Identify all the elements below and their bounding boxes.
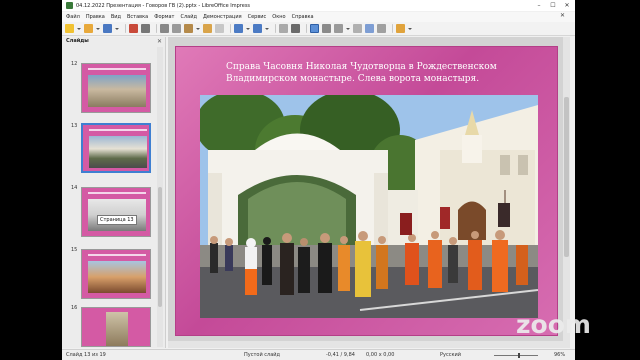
slide-number: 13 — [71, 123, 78, 129]
spelling-icon[interactable] — [279, 24, 288, 33]
slide-photo-thumbnail — [88, 75, 146, 107]
chevron-down-icon[interactable] — [115, 26, 119, 32]
start-slideshow-icon[interactable] — [396, 24, 405, 33]
master-slide-icon[interactable] — [322, 24, 331, 33]
screen-share-border-right — [575, 0, 640, 360]
slide-tooltip: Страница 13 — [97, 215, 137, 225]
grid-icon[interactable] — [291, 24, 300, 33]
chevron-down-icon[interactable] — [265, 26, 269, 32]
workspace-horizontal-scrollbar[interactable] — [168, 341, 563, 348]
scrollbar-thumb[interactable] — [158, 187, 162, 307]
chevron-down-icon[interactable] — [346, 26, 350, 32]
image-icon[interactable] — [365, 24, 374, 33]
clear-formatting-icon[interactable] — [215, 24, 224, 33]
paste-icon[interactable] — [184, 24, 193, 33]
current-slide[interactable]: Справа Часовня Николая Чудотворца в Рожд… — [175, 46, 558, 336]
close-pane-icon[interactable]: ✕ — [157, 37, 162, 46]
menu-slideshow[interactable]: Демонстрация — [203, 14, 242, 20]
language-status[interactable]: Русский — [440, 352, 461, 358]
title-bar: 04.12.2022 Презентация - Говоров ГВ (2).… — [62, 0, 575, 11]
menu-view[interactable]: Вид — [111, 14, 121, 20]
chevron-down-icon[interactable] — [96, 26, 100, 32]
print-icon[interactable] — [141, 24, 150, 33]
cut-icon[interactable] — [160, 24, 169, 33]
toolbar-separator — [306, 24, 307, 33]
export-pdf-icon[interactable] — [129, 24, 138, 33]
toolbar-separator — [125, 24, 126, 33]
slide-counter: Слайд 13 из 19 — [66, 352, 106, 358]
close-document-icon[interactable]: ✕ — [560, 12, 565, 19]
slides-pane-title: Слайды — [66, 38, 89, 44]
slides-pane: Слайды ✕ 12 13 14 15 16 Страница 13 — [62, 37, 166, 348]
slides-pane-scrollbar[interactable] — [157, 47, 163, 347]
save-icon[interactable] — [103, 24, 112, 33]
slide-number: 12 — [71, 61, 78, 67]
impress-window: 04.12.2022 Презентация - Говоров ГВ (2).… — [62, 0, 575, 360]
slide-photo-thumbnail — [89, 136, 147, 168]
menu-insert[interactable]: Вставка — [127, 14, 148, 20]
slide-icon[interactable] — [334, 24, 343, 33]
zoom-slider[interactable] — [494, 353, 538, 358]
menu-tools[interactable]: Сервис — [248, 14, 267, 20]
toolbar-separator — [230, 24, 231, 33]
slide-layout-name: Пустой слайд — [244, 352, 280, 358]
undo-icon[interactable] — [234, 24, 243, 33]
open-folder-icon[interactable] — [84, 24, 93, 33]
chevron-down-icon[interactable] — [246, 26, 250, 32]
standard-toolbar — [62, 22, 575, 36]
monastery-photo[interactable] — [200, 95, 538, 318]
menu-bar: Файл Правка Вид Вставка Формат Слайд Дем… — [62, 12, 575, 22]
status-bar: Слайд 13 из 19 Пустой слайд -0,41 / 9,84… — [62, 349, 575, 360]
redo-icon[interactable] — [253, 24, 262, 33]
slide-workspace: Справа Часовня Николая Чудотворца в Рожд… — [168, 37, 570, 348]
object-size: 0,00 x 0,00 — [366, 352, 395, 358]
chart-icon[interactable] — [377, 24, 386, 33]
zoom-watermark: zoom — [516, 310, 591, 339]
display-views-icon[interactable] — [310, 24, 319, 33]
slide-number: 14 — [71, 185, 78, 191]
clone-formatting-icon[interactable] — [203, 24, 212, 33]
cursor-position: -0,41 / 9,84 — [326, 352, 355, 358]
toolbar-separator — [392, 24, 393, 33]
zoom-slider-knob[interactable] — [518, 353, 520, 358]
toolbar-separator — [275, 24, 276, 33]
zoom-level[interactable]: 96% — [554, 352, 565, 358]
screen-share-border-left — [0, 0, 62, 360]
toolbar-separator — [156, 24, 157, 33]
impress-app-icon — [66, 2, 73, 9]
menu-slide[interactable]: Слайд — [180, 14, 196, 20]
slide-photo-thumbnail — [106, 312, 128, 346]
window-title: 04.12.2022 Презентация - Говоров ГВ (2).… — [76, 2, 251, 9]
slide-number: 15 — [71, 247, 78, 253]
menu-window[interactable]: Окно — [272, 14, 285, 20]
menu-edit[interactable]: Правка — [86, 14, 105, 20]
copy-icon[interactable] — [172, 24, 181, 33]
table-icon[interactable] — [353, 24, 362, 33]
menu-help[interactable]: Справка — [292, 14, 314, 20]
scrollbar-thumb[interactable] — [564, 97, 569, 257]
minimize-icon[interactable]: – — [532, 0, 546, 11]
menu-file[interactable]: Файл — [66, 14, 80, 20]
chevron-down-icon[interactable] — [77, 26, 81, 32]
chevron-down-icon[interactable] — [408, 26, 412, 32]
slide-title-text[interactable]: Справа Часовня Николая Чудотворца в Рожд… — [226, 61, 526, 85]
slide-number: 16 — [71, 305, 78, 311]
chevron-down-icon[interactable] — [196, 26, 200, 32]
menu-format[interactable]: Формат — [154, 14, 174, 20]
slides-pane-header: Слайды ✕ — [62, 37, 166, 46]
workspace-vertical-scrollbar[interactable] — [563, 37, 570, 348]
slide-photo-thumbnail — [88, 261, 146, 293]
new-icon[interactable] — [65, 24, 74, 33]
maximize-icon[interactable]: ☐ — [546, 0, 560, 11]
close-icon[interactable]: ✕ — [560, 0, 574, 11]
